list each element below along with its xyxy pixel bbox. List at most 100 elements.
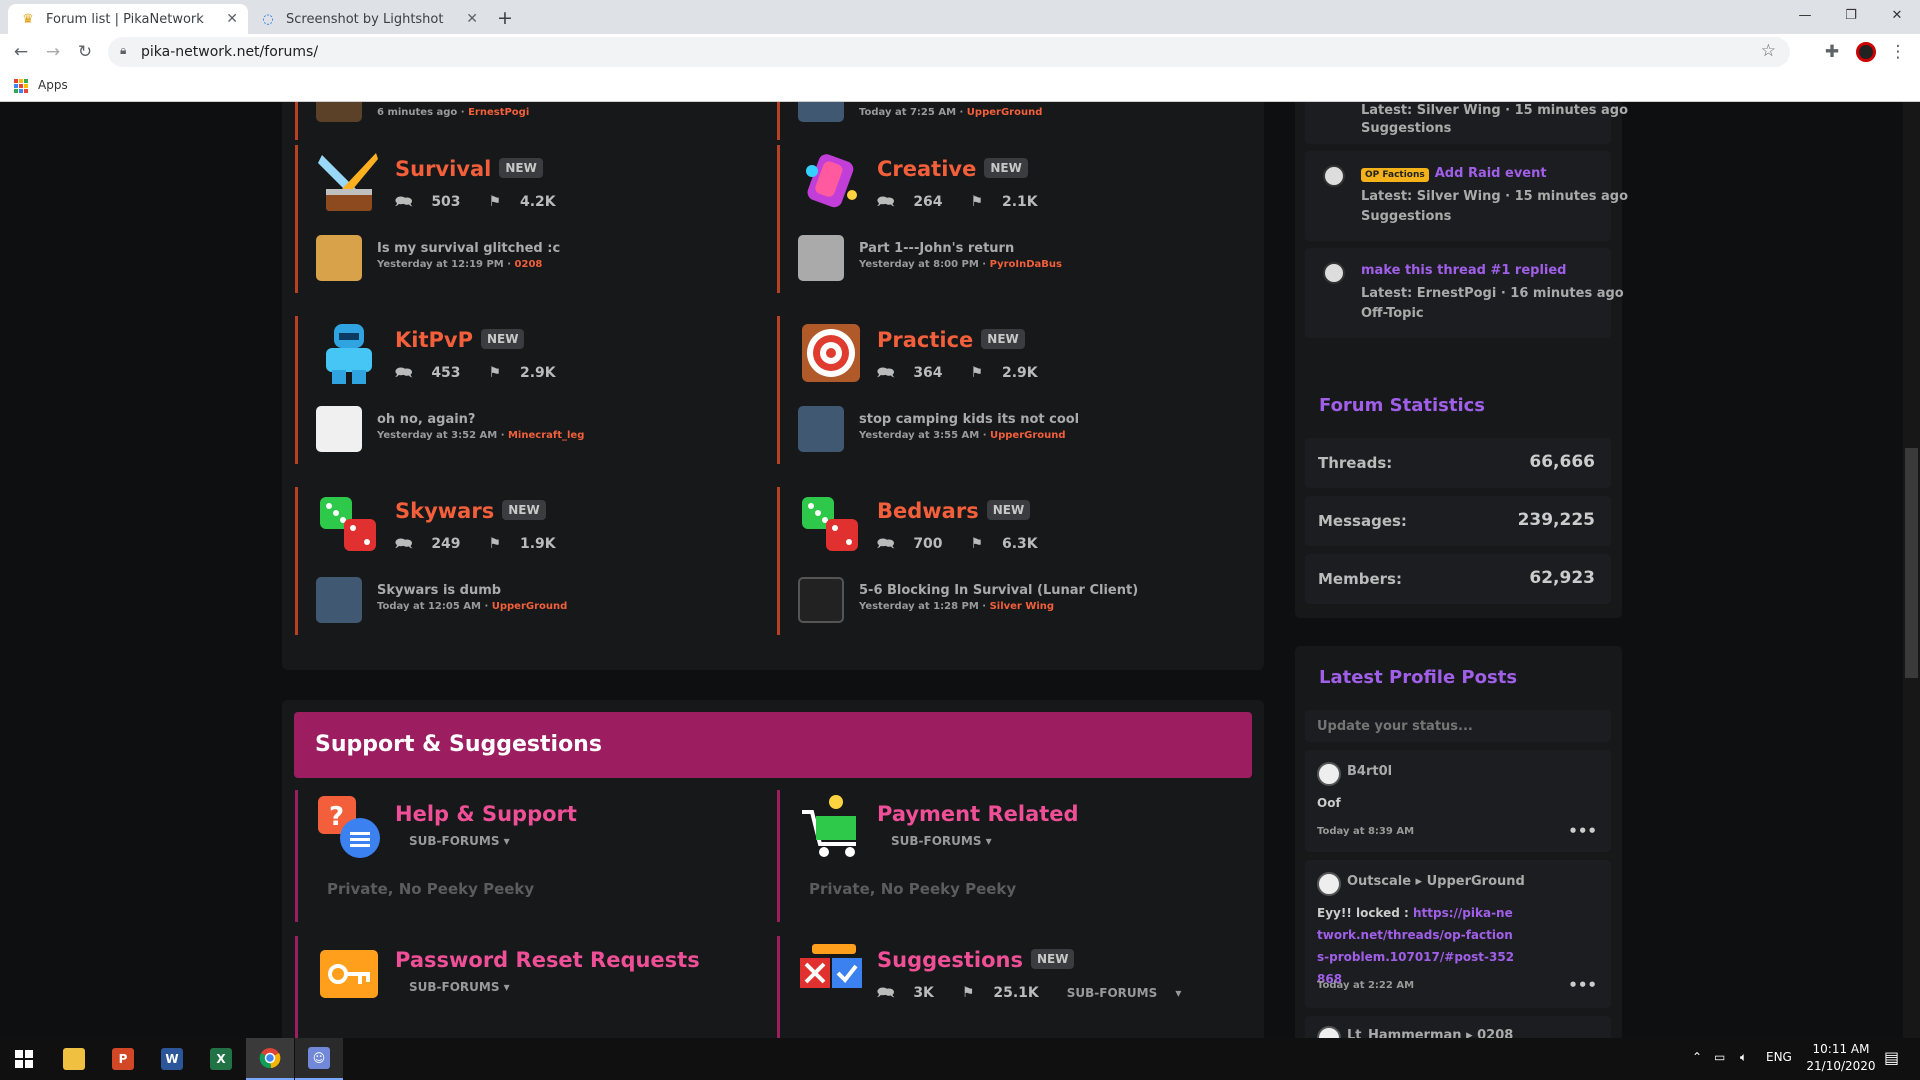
tab-forum-list[interactable]: ♛ Forum list | PikaNetwork ✕ [8, 4, 248, 34]
thread-forum[interactable]: Suggestions [1361, 121, 1451, 136]
latest-title[interactable]: stop camping kids its not cool [859, 412, 1079, 427]
latest-thread[interactable]: Skywars is dumb Today at 12:05 AM · Uppe… [316, 577, 756, 623]
latest-thread[interactable]: stop camping kids its not cool Yesterday… [798, 406, 1238, 452]
category-title[interactable]: Support & Suggestions [315, 732, 602, 757]
latest-thread[interactable]: Is my survival glitched :c Yesterday at … [316, 235, 756, 281]
more-dots-icon[interactable]: ••• [1568, 822, 1597, 840]
latest-title[interactable]: Skywars is dumb [377, 583, 501, 598]
forum-node-suggestions[interactable]: Suggestions NEW 🗪︎ 3K ⚑ 25.1K SUB-FORUMS ▾ [777, 936, 1256, 1038]
sub-forums-dropdown[interactable]: SUB-FORUMS ▾ [891, 834, 992, 848]
language-indicator[interactable]: ENG [1766, 1050, 1792, 1064]
node-title[interactable]: Bedwars [877, 499, 979, 523]
forum-node-bedwars[interactable]: Bedwars NEW 🗪︎ 700 ⚑ 6.3K 5-6 Blocking In … [777, 487, 1256, 635]
apps-grid-icon[interactable] [14, 79, 28, 93]
post-user[interactable]: B4rt0l [1347, 764, 1392, 779]
tab-lightshot[interactable]: ◌ Screenshot by Lightshot ✕ [248, 4, 488, 34]
forum-node-payment-related[interactable]: Payment Related SUB-FORUMS ▾ Private, No… [777, 790, 1256, 922]
node-title[interactable]: Survival [395, 157, 491, 181]
latest-thread[interactable]: 5-6 Blocking In Survival (Lunar Client) … [798, 577, 1238, 623]
scrollbar-track[interactable] [1903, 102, 1920, 1038]
forward-arrow-icon[interactable]: → [41, 40, 65, 64]
post-time[interactable]: Today at 8:39 AM [1317, 826, 1414, 837]
node-title[interactable]: Skywars [395, 499, 494, 523]
post-time[interactable]: Today at 2:22 AM [1317, 980, 1414, 991]
file-explorer-icon[interactable] [50, 1038, 98, 1080]
latest-user[interactable]: PyroInDaBus [990, 259, 1062, 270]
sub-forums-dropdown[interactable]: SUB-FORUMS ▾ [409, 834, 510, 848]
latest-title[interactable]: Is my survival glitched :c [377, 241, 560, 256]
node-title[interactable]: Payment Related [877, 802, 1079, 826]
volume-icon[interactable]: 🔈︎ [1740, 1050, 1747, 1065]
latest-user[interactable]: UpperGround [492, 601, 568, 612]
thread-forum[interactable]: Suggestions [1361, 209, 1451, 224]
forum-node-password-reset[interactable]: Password Reset Requests SUB-FORUMS ▾ [295, 936, 774, 1038]
latest-user[interactable]: UpperGround [967, 107, 1043, 118]
avatar[interactable] [1317, 872, 1341, 896]
scrollbar-thumb[interactable] [1905, 448, 1918, 678]
restore-icon[interactable]: ❐ [1828, 0, 1874, 30]
star-icon[interactable]: ☆ [1761, 41, 1776, 61]
minimize-icon[interactable]: — [1782, 0, 1828, 30]
forum-node-creative[interactable]: Creative NEW 🗪︎ 264 ⚑ 2.1K Part 1---John's… [777, 145, 1256, 293]
network-icon[interactable]: ▭ [1714, 1050, 1725, 1064]
post-user[interactable]: Outscale [1347, 874, 1411, 889]
latest-thread[interactable]: oh no, again? Yesterday at 3:52 AM · Min… [316, 406, 756, 452]
avatar[interactable] [1854, 40, 1878, 64]
windows-start-icon[interactable] [0, 1038, 48, 1080]
powerpoint-icon[interactable]: P [99, 1038, 147, 1080]
post-target[interactable]: UpperGround [1427, 874, 1525, 889]
extensions-puzzle-icon[interactable]: ✚ [1820, 40, 1844, 64]
back-arrow-icon[interactable]: ← [9, 40, 33, 64]
node-title[interactable]: Password Reset Requests [395, 948, 700, 972]
forum-node-skywars[interactable]: Skywars NEW 🗪︎ 249 ⚑ 1.9K Skywars is dumb … [295, 487, 774, 635]
excel-icon[interactable]: X [197, 1038, 245, 1080]
sub-forums-dropdown[interactable]: SUB-FORUMS ▾ [1067, 986, 1182, 1000]
post-target[interactable]: 0208 [1477, 1028, 1513, 1038]
thread-forum[interactable]: Off-Topic [1361, 306, 1424, 321]
chrome-icon[interactable] [246, 1038, 294, 1080]
post-user[interactable]: Lt_Hammerman [1347, 1028, 1462, 1038]
thread-title[interactable]: Add Raid event [1435, 166, 1547, 181]
latest-title[interactable]: Part 1---John's return [859, 241, 1014, 256]
close-icon[interactable]: ✕ [226, 11, 238, 27]
node-title[interactable]: Practice [877, 328, 973, 352]
status-input[interactable] [1305, 710, 1611, 742]
more-dots-icon[interactable]: ••• [1568, 976, 1597, 994]
forum-node-help-support[interactable]: ? Help & Support SUB-FORUMS ▾ Private, N… [295, 790, 774, 922]
latest-user[interactable]: UpperGround [990, 430, 1066, 441]
latest-title[interactable]: oh no, again? [377, 412, 475, 427]
forum-node-kitpvp[interactable]: KitPvP NEW 🗪︎ 453 ⚑ 2.9K oh no, again? Yes… [295, 316, 774, 464]
avatar[interactable] [1317, 1026, 1341, 1038]
apps-bookmark[interactable]: Apps [38, 78, 68, 92]
omnibox[interactable]: 🔒︎ pika-network.net/forums/ ☆ [108, 37, 1790, 67]
forum-node-practice[interactable]: Practice NEW 🗪︎ 364 ⚑ 2.9K stop camping ki… [777, 316, 1256, 464]
latest-user[interactable]: Minecraft_leg [508, 430, 584, 441]
notifications-icon[interactable]: ▤ [1884, 1048, 1899, 1067]
chevron-up-icon[interactable]: ⌃ [1692, 1050, 1702, 1064]
thread-title[interactable]: make this thread #1 replied [1361, 263, 1566, 278]
thread-item[interactable]: make this thread #1 replied Latest: Erne… [1305, 248, 1624, 338]
discord-icon[interactable]: ☺ [295, 1038, 343, 1080]
category-header[interactable]: Support & Suggestions [294, 712, 1252, 778]
node-title[interactable]: Suggestions [877, 948, 1023, 972]
new-tab-plus-icon[interactable]: + [497, 7, 513, 29]
latest-user[interactable]: 0208 [515, 259, 543, 270]
avatar[interactable] [1317, 762, 1341, 786]
latest-thread[interactable]: Part 1---John's return Yesterday at 8:00… [798, 235, 1238, 281]
clock[interactable]: 10:11 AM 21/10/2020 [1806, 1041, 1876, 1075]
node-title[interactable]: Creative [877, 157, 976, 181]
reload-icon[interactable]: ↻ [73, 40, 97, 64]
thread-item[interactable]: OP Factions Add Raid event Latest: Silver… [1305, 151, 1628, 241]
latest-user[interactable]: Silver Wing [990, 601, 1055, 612]
thread-item-partial[interactable]: Latest: Silver Wing · 15 minutes ago Sug… [1305, 102, 1628, 144]
node-title[interactable]: KitPvP [395, 328, 473, 352]
node-title[interactable]: Help & Support [395, 802, 577, 826]
close-window-icon[interactable]: ✕ [1874, 0, 1920, 30]
latest-title[interactable]: 5-6 Blocking In Survival (Lunar Client) [859, 583, 1138, 598]
word-icon[interactable]: W [148, 1038, 196, 1080]
forum-node-survival[interactable]: Survival NEW 🗪︎ 503 ⚑ 4.2K Is my survival … [295, 145, 774, 293]
close-icon[interactable]: ✕ [466, 11, 478, 27]
sub-forums-dropdown[interactable]: SUB-FORUMS ▾ [409, 980, 510, 994]
latest-user[interactable]: ErnestPogi [468, 107, 529, 118]
menu-dots-icon[interactable]: ⋮ [1886, 40, 1910, 64]
